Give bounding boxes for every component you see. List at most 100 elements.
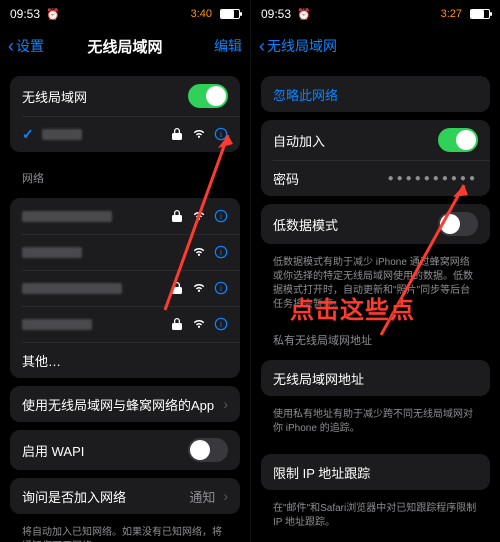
alarm-icon: ⏰ (46, 8, 60, 21)
wapi-label: 启用 WAPI (22, 441, 188, 460)
lowdata-card: 低数据模式 (261, 204, 490, 244)
phone-right: 09:53 ⏰ 3:27 ‹ 无线局域网 忽略此网络 自动加入 (250, 0, 500, 542)
private-addr-header: 私有无线局域网地址 (251, 322, 500, 352)
svg-text:i: i (220, 212, 223, 221)
nav-bar: ‹ 设置 无线局域网 编辑 (0, 28, 250, 64)
checkmark-icon: ✓ (22, 126, 34, 143)
auto-join-toggle[interactable] (438, 128, 478, 152)
apps-card: 使用无线局域网与蜂窝网络的App › (10, 386, 240, 422)
networks-card: i i i (10, 198, 240, 378)
private-note: 使用私有地址有助于减少跨不同无线局域网对你 iPhone 的追踪。 (251, 404, 500, 446)
lock-icon (170, 317, 184, 331)
networks-header: 网络 (0, 160, 250, 190)
info-icon[interactable]: i (214, 127, 228, 141)
connected-network-row[interactable]: ✓ i (10, 116, 240, 152)
network-name-blur (22, 211, 112, 222)
battery-icon (220, 9, 240, 19)
lock-icon (170, 209, 184, 223)
phone-left: 09:53 ⏰ 3:40 ‹ 设置 无线局域网 编辑 无线局域网 ✓ (0, 0, 250, 542)
wifi-icon (192, 127, 206, 141)
wifi-toggle-card: 无线局域网 ✓ i (10, 76, 240, 152)
info-icon[interactable]: i (214, 281, 228, 295)
back-button[interactable]: ‹ 无线局域网 (259, 36, 337, 56)
chevron-right-icon: › (223, 488, 228, 504)
network-name-blur (42, 129, 82, 140)
wifi-icon (192, 317, 206, 331)
limit-row[interactable]: 限制 IP 地址跟踪 (261, 454, 490, 490)
wapi-row[interactable]: 启用 WAPI (10, 430, 240, 470)
network-row[interactable]: i (10, 270, 240, 306)
password-row[interactable]: 密码 ●●●●●●●●●● (261, 160, 490, 196)
network-row[interactable]: i (10, 198, 240, 234)
ask-card: 询问是否加入网络 通知 › (10, 478, 240, 514)
network-row[interactable]: i (10, 306, 240, 342)
ask-row[interactable]: 询问是否加入网络 通知 › (10, 478, 240, 514)
auto-join-row[interactable]: 自动加入 (261, 120, 490, 160)
svg-text:i: i (220, 284, 223, 293)
status-bar: 09:53 ⏰ 3:27 (251, 0, 500, 28)
info-icon[interactable]: i (214, 317, 228, 331)
apps-row[interactable]: 使用无线局域网与蜂窝网络的App › (10, 386, 240, 422)
network-row[interactable]: i (10, 234, 240, 270)
limit-label: 限制 IP 地址跟踪 (273, 463, 478, 482)
status-bar: 09:53 ⏰ 3:40 (0, 0, 250, 28)
chevron-right-icon: › (223, 396, 228, 412)
lock-icon (170, 281, 184, 295)
wifi-toggle-row[interactable]: 无线局域网 (10, 76, 240, 116)
apps-label: 使用无线局域网与蜂窝网络的App (22, 395, 223, 414)
lock-icon (170, 127, 184, 141)
status-time: 09:53 (10, 7, 40, 21)
svg-text:i: i (220, 320, 223, 329)
battery-icon (470, 9, 490, 19)
other-label: 其他… (22, 351, 228, 370)
edit-button[interactable]: 编辑 (214, 36, 242, 56)
forget-row[interactable]: 忽略此网络 (261, 76, 490, 112)
private-label: 无线局域网地址 (273, 369, 478, 388)
private-row[interactable]: 无线局域网地址 (261, 360, 490, 396)
auto-join-label: 自动加入 (273, 131, 438, 150)
password-value: ●●●●●●●●●● (388, 173, 478, 184)
password-label: 密码 (273, 169, 388, 188)
forget-card: 忽略此网络 (261, 76, 490, 112)
wifi-icon (192, 281, 206, 295)
chevron-left-icon: ‹ (8, 37, 14, 55)
lowdata-toggle[interactable] (438, 212, 478, 236)
content: 无线局域网 ✓ i 网络 (0, 64, 250, 542)
network-name-blur (22, 283, 122, 294)
join-card: 自动加入 密码 ●●●●●●●●●● (261, 120, 490, 196)
other-networks-row[interactable]: 其他… (10, 342, 240, 378)
wapi-toggle[interactable] (188, 438, 228, 462)
ask-value: 通知 (189, 487, 215, 506)
wapi-card: 启用 WAPI (10, 430, 240, 470)
private-card: 无线局域网地址 (261, 360, 490, 396)
forget-label: 忽略此网络 (273, 85, 478, 104)
ask-label: 询问是否加入网络 (22, 487, 189, 506)
info-icon[interactable]: i (214, 245, 228, 259)
alarm-icon: ⏰ (297, 8, 311, 21)
page-title: 无线局域网 (87, 36, 162, 57)
network-name-blur (22, 319, 92, 330)
wifi-toggle[interactable] (188, 84, 228, 108)
countdown: 3:40 (191, 8, 212, 20)
nav-bar: ‹ 无线局域网 (251, 28, 500, 64)
countdown: 3:27 (441, 8, 462, 20)
svg-text:i: i (220, 130, 223, 139)
back-label: 设置 (16, 36, 44, 56)
content: 忽略此网络 自动加入 密码 ●●●●●●●●●● 低数据模式 低数据模式有助于减… (251, 64, 500, 542)
status-time: 09:53 (261, 7, 291, 21)
back-button[interactable]: ‹ 设置 (8, 36, 44, 56)
network-name-blur (22, 247, 82, 258)
lowdata-row[interactable]: 低数据模式 (261, 204, 490, 244)
limit-note: 在"邮件"和Safari浏览器中对已知跟踪程序限制 IP 地址跟踪。 (251, 498, 500, 540)
wifi-icon (192, 209, 206, 223)
chevron-left-icon: ‹ (259, 37, 265, 55)
limit-card: 限制 IP 地址跟踪 (261, 454, 490, 490)
wifi-label: 无线局域网 (22, 87, 188, 106)
svg-text:i: i (220, 248, 223, 257)
wifi-icon (192, 245, 206, 259)
info-icon[interactable]: i (214, 209, 228, 223)
back-label: 无线局域网 (267, 36, 337, 56)
lowdata-label: 低数据模式 (273, 215, 438, 234)
lowdata-note: 低数据模式有助于减少 iPhone 通过蜂窝网络或你选择的特定无线局域网使用的数… (251, 252, 500, 322)
ask-note: 将自动加入已知网络。如果没有已知网络，将通知您可用网络。 (0, 522, 250, 542)
